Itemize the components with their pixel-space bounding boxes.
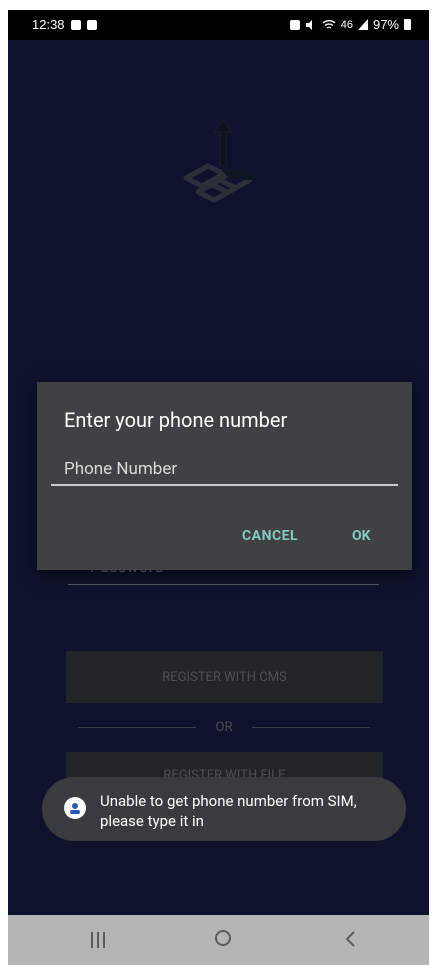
input-underline xyxy=(51,484,398,486)
phone-number-dialog: Enter your phone number Phone Number CAN… xyxy=(37,382,412,570)
phone-number-input[interactable]: Phone Number xyxy=(51,454,396,484)
wifi-icon xyxy=(322,19,336,29)
dialog-title: Enter your phone number xyxy=(64,408,288,432)
home-icon[interactable] xyxy=(215,930,231,946)
signal-icon xyxy=(357,19,368,30)
battery-icon xyxy=(404,19,411,30)
clock: 12:38 xyxy=(32,17,65,32)
toast-message: Unable to get phone number from SIM, ple… xyxy=(100,792,357,830)
navigation-bar xyxy=(8,915,429,965)
alarm-icon xyxy=(289,19,300,30)
network-label: 46 xyxy=(340,18,353,31)
phone-number-placeholder: Phone Number xyxy=(64,459,178,479)
recents-icon[interactable] xyxy=(91,932,109,948)
status-left: 12:38 xyxy=(32,17,97,32)
ok-button[interactable]: OK xyxy=(352,528,371,544)
mute-icon xyxy=(305,19,312,30)
checkbox-icon xyxy=(86,19,97,30)
toast: Unable to get phone number from SIM, ple… xyxy=(42,777,406,841)
back-icon[interactable] xyxy=(341,929,361,949)
status-bar: 12:38 46 97% xyxy=(8,10,429,40)
status-right: 46 97% xyxy=(289,17,411,32)
app-toast-icon xyxy=(64,797,86,819)
phone-screen: 12:38 46 97% Password REGISTER WITH CMS … xyxy=(8,10,429,965)
shield-icon xyxy=(70,19,81,30)
battery-percent: 97% xyxy=(372,17,399,32)
cancel-button[interactable]: CANCEL xyxy=(242,528,298,544)
